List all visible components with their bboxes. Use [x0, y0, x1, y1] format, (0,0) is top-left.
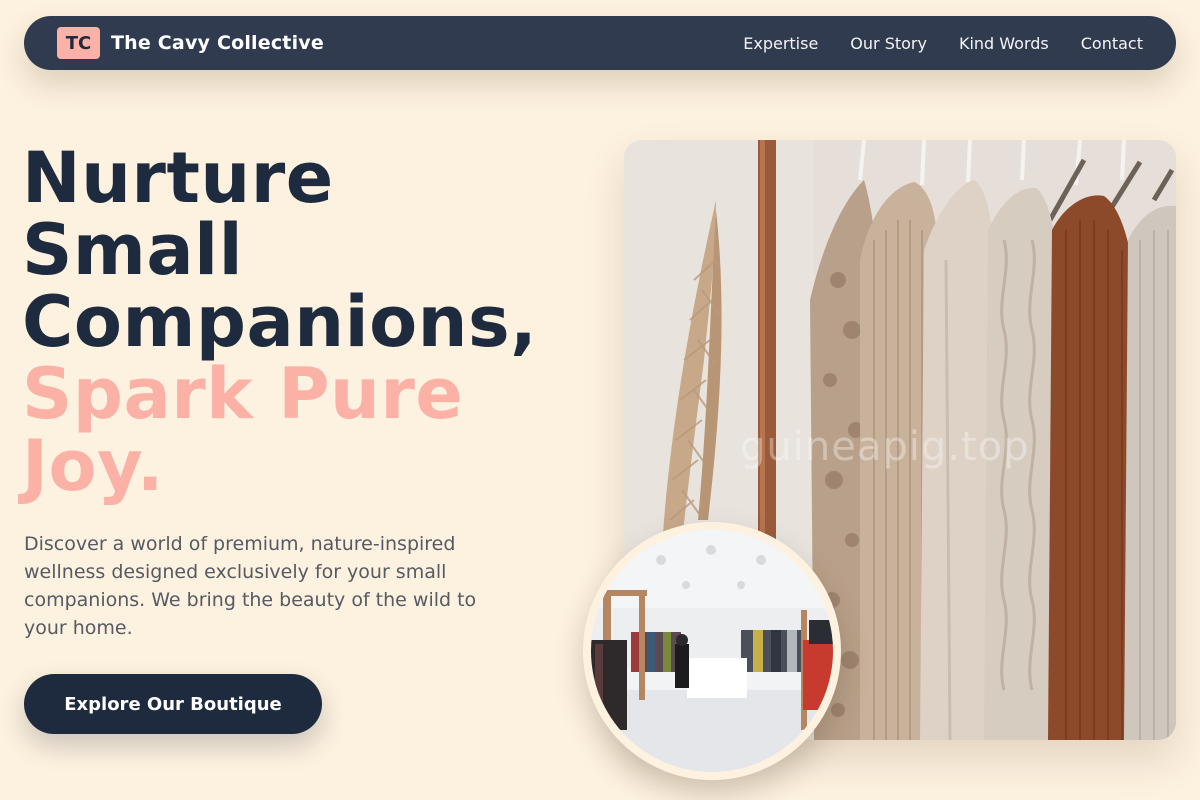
hero-headline-line: Nurture [22, 137, 334, 219]
hero-headline: Nurture Small Companions, Spark Pure Joy… [22, 142, 537, 502]
nav-link-our-story[interactable]: Our Story [850, 34, 927, 53]
hero-headline-accent-line: Spark Pure [22, 353, 464, 435]
hero-description: Discover a world of premium, nature-insp… [24, 533, 477, 639]
brand-badge: TC [57, 27, 100, 59]
brand-name: The Cavy Collective [111, 32, 324, 54]
nav-link-contact[interactable]: Contact [1081, 34, 1143, 53]
hero-headline-line: Companions, [22, 281, 538, 363]
nav-link-kind-words[interactable]: Kind Words [959, 34, 1049, 53]
top-navbar: TC The Cavy Collective Expertise Our Sto… [24, 16, 1176, 70]
nav-link-expertise[interactable]: Expertise [743, 34, 818, 53]
image-watermark: guineapig.top [740, 424, 1030, 470]
boutique-interior-illustration [591, 530, 833, 772]
boutique-interior-photo [583, 522, 841, 780]
hero-headline-line: Small [22, 209, 244, 291]
brand-logo-link[interactable]: TC The Cavy Collective [57, 27, 324, 59]
nav-links: Expertise Our Story Kind Words Contact [743, 34, 1143, 53]
explore-boutique-button[interactable]: Explore Our Boutique [24, 674, 322, 734]
hero-headline-accent-line: Joy. [22, 425, 164, 507]
